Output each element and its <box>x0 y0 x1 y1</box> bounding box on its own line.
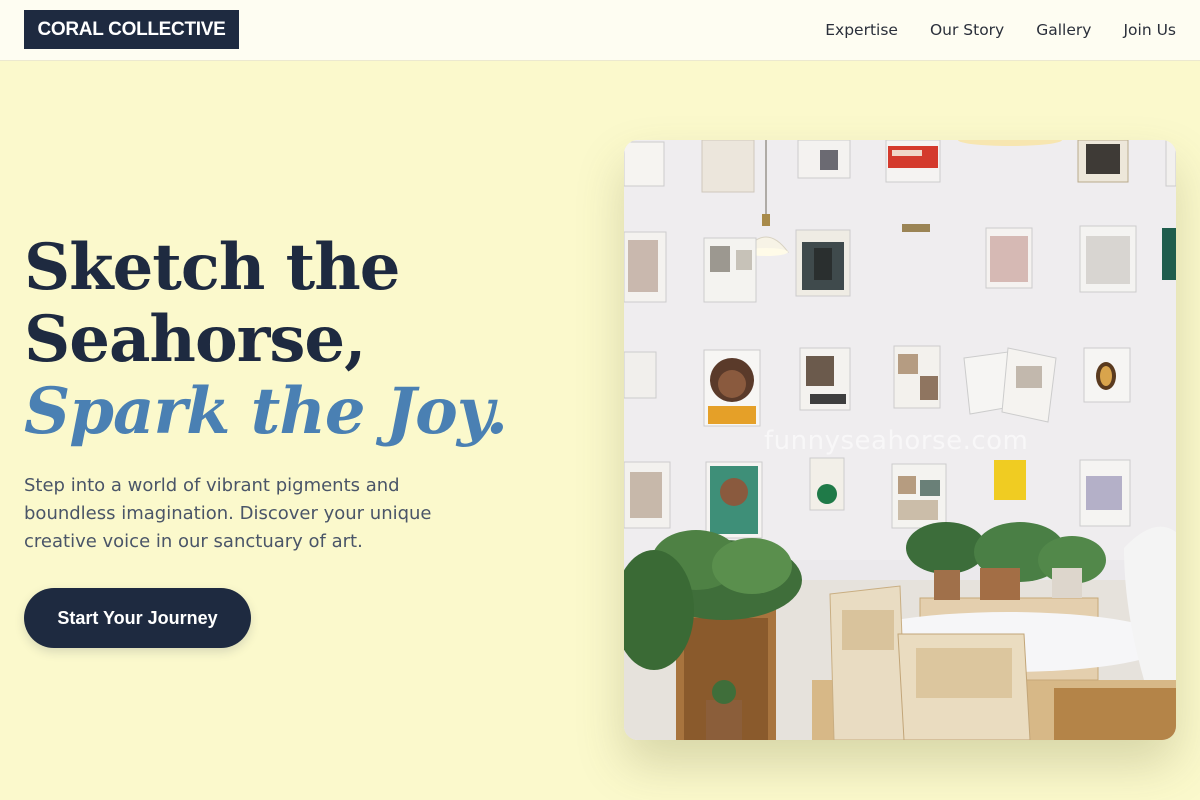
site-header: CORAL COLLECTIVE Expertise Our Story Gal… <box>0 0 1200 61</box>
headline-line-1: Sketch the <box>24 230 400 305</box>
nav-link-expertise[interactable]: Expertise <box>825 21 898 39</box>
hero-image: funnyseahorse.com <box>624 140 1176 740</box>
nav-link-join-us[interactable]: Join Us <box>1123 21 1176 39</box>
hero-subtext: Step into a world of vibrant pigments an… <box>24 475 432 552</box>
nav-link-our-story[interactable]: Our Story <box>930 21 1004 39</box>
hero-headline: Sketch the Seahorse, Spark the Joy. <box>24 230 508 449</box>
headline-line-2: Seahorse, <box>24 302 366 377</box>
logo[interactable]: CORAL COLLECTIVE <box>24 10 239 49</box>
start-journey-button[interactable]: Start Your Journey <box>24 588 251 648</box>
image-watermark: funnyseahorse.com <box>764 426 1029 456</box>
headline-accent: Spark the Joy. <box>24 374 508 449</box>
nav-link-gallery[interactable]: Gallery <box>1036 21 1091 39</box>
main-nav: Expertise Our Story Gallery Join Us <box>825 0 1176 60</box>
